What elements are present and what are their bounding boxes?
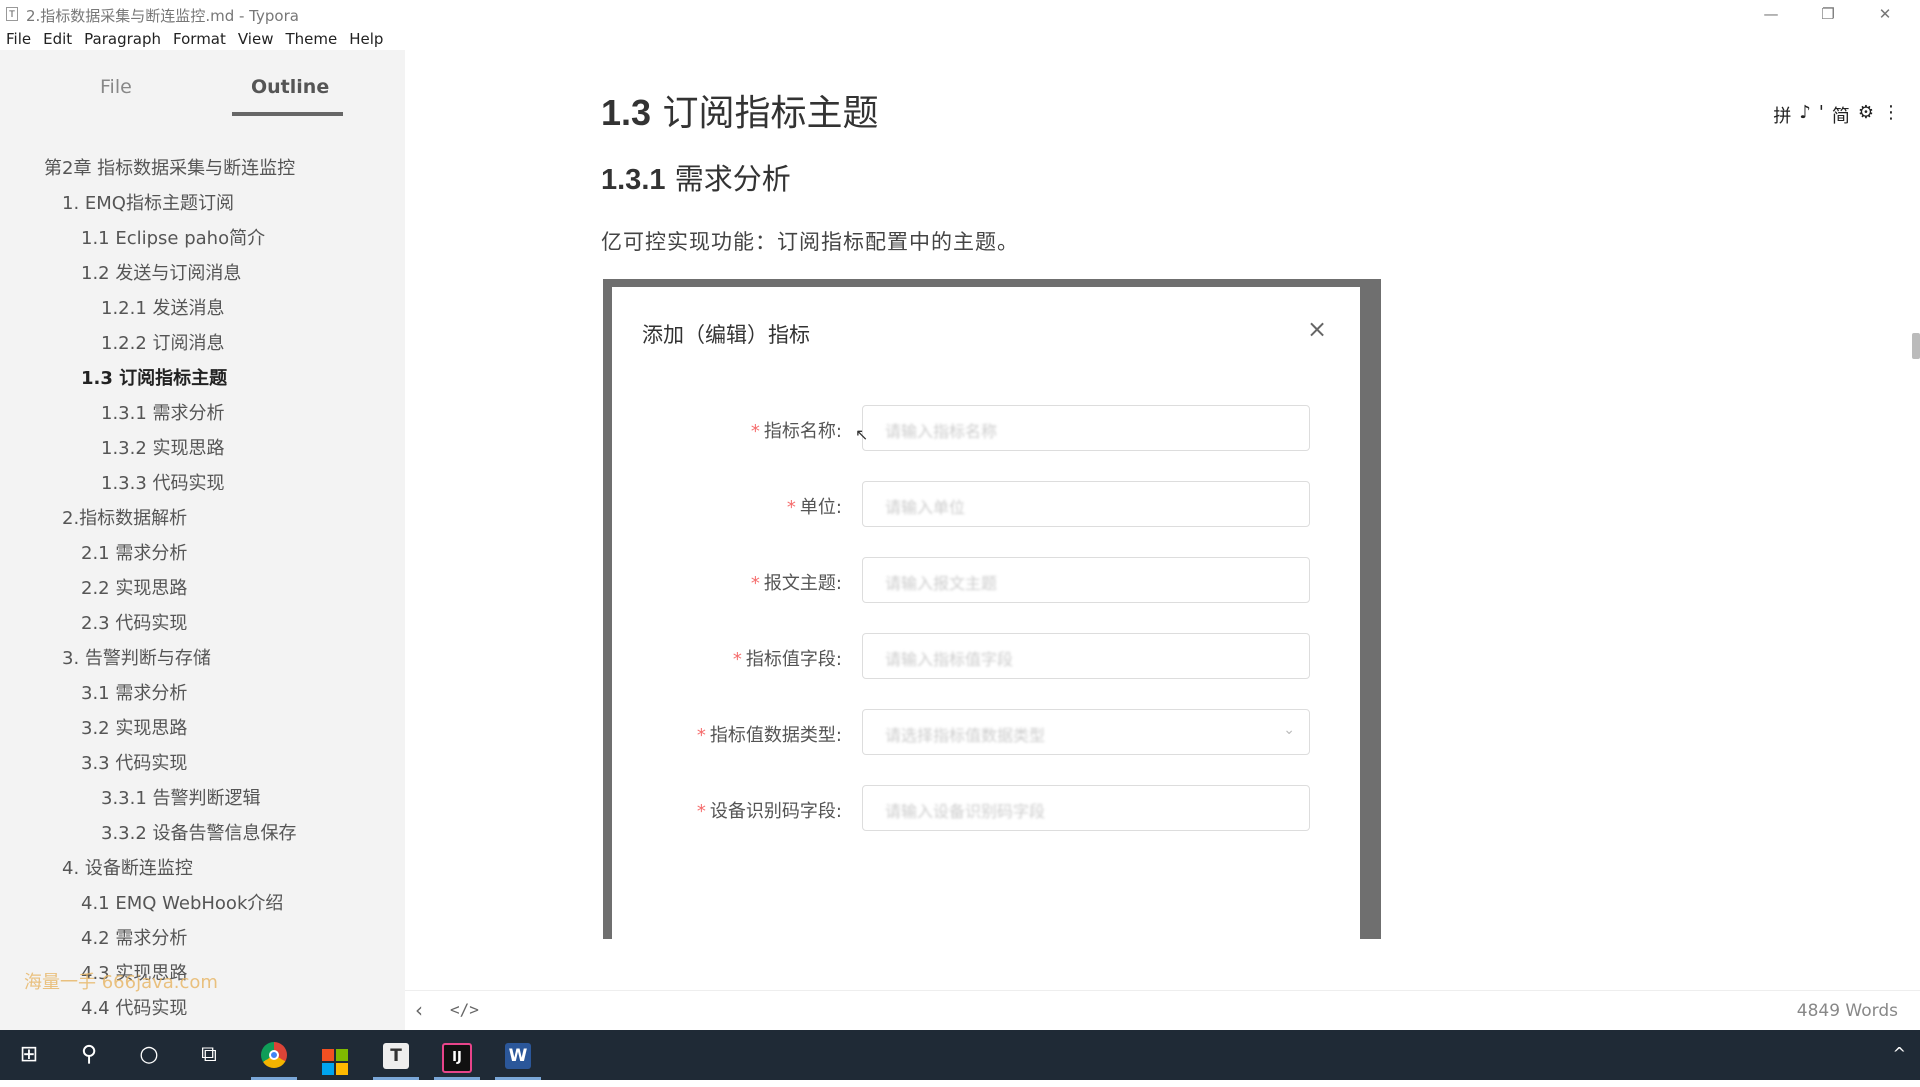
outline-item[interactable]: 4. 设备断连监控: [62, 854, 193, 880]
punctuation-icon[interactable]: ': [1819, 102, 1824, 128]
heading-1: 1.3 订阅指标主题: [601, 84, 879, 136]
source-mode-icon[interactable]: </>: [450, 1000, 479, 1019]
field-label-device-id: * 设备识别码字段:: [696, 801, 842, 822]
menu-view[interactable]: View: [232, 28, 280, 50]
minimize-button[interactable]: —: [1748, 2, 1794, 26]
heading-1-number: 1.3: [601, 92, 652, 133]
field-label-value-type: * 指标值数据类型:: [696, 725, 842, 746]
outline-item[interactable]: 2.3 代码实现: [81, 609, 187, 635]
settings-icon[interactable]: ⚙: [1858, 102, 1874, 128]
moon-icon[interactable]: ♪: [1799, 102, 1811, 128]
toggle-sidebar-icon[interactable]: ‹: [415, 998, 423, 1022]
heading-2: 1.3.1 需求分析: [601, 156, 791, 198]
editor-scrollbar[interactable]: [1912, 333, 1920, 359]
typora-app-icon: T: [6, 7, 18, 21]
window-title: 2.指标数据采集与断连监控.md - Typora: [26, 7, 299, 25]
outline-item[interactable]: 4.1 EMQ WebHook介绍: [81, 889, 283, 915]
outline-item[interactable]: 2.2 实现思路: [81, 574, 187, 600]
close-window-button[interactable]: ✕: [1862, 2, 1908, 26]
outline-item[interactable]: 3.3.2 设备告警信息保存: [101, 819, 297, 845]
cortana-icon[interactable]: ○: [120, 1030, 178, 1080]
field-select-value-type: 请选择指标值数据类型 ⌄: [862, 709, 1310, 755]
field-input-value-field: 请输入指标值字段: [862, 633, 1310, 679]
field-input-unit: 请输入单位: [862, 481, 1310, 527]
word-count[interactable]: 4849 Words: [1797, 1001, 1898, 1021]
outline-item[interactable]: 2.1 需求分析: [81, 539, 187, 565]
field-label-unit: * 单位:: [786, 497, 842, 518]
heading-2-number: 1.3.1: [601, 164, 666, 196]
menu-bar: File Edit Paragraph Format View Theme He…: [0, 28, 389, 50]
outline-item[interactable]: 3.3 代码实现: [81, 749, 187, 775]
taskbar: ⊞ ⚲ ○ ⧉ T IJ W ^: [0, 1030, 1920, 1080]
outline-item[interactable]: 3.2 实现思路: [81, 714, 187, 740]
sidebar: File Outline 第2章 指标数据采集与断连监控 1. EMQ指标主题订阅…: [0, 50, 405, 1030]
menu-paragraph[interactable]: Paragraph: [78, 28, 167, 50]
tab-outline[interactable]: Outline: [251, 76, 329, 98]
status-bar: ‹ </> 4849 Words: [405, 990, 1920, 1031]
field-label-value-field: * 指标值字段:: [732, 649, 842, 670]
chevron-down-icon: ⌄: [1283, 722, 1295, 738]
outline-item[interactable]: 1. EMQ指标主题订阅: [62, 189, 234, 215]
watermark: 海量一手 666java.com: [24, 972, 218, 993]
intellij-icon[interactable]: IJ: [428, 1030, 486, 1080]
field-input-device-id: 请输入设备识别码字段: [862, 785, 1310, 831]
outline-item[interactable]: 2.指标数据解析: [62, 504, 187, 530]
dialog-close-icon: ×: [1307, 315, 1328, 343]
outline-item[interactable]: 1.2 发送与订阅消息: [81, 259, 241, 285]
outline-item[interactable]: 1.3 订阅指标主题: [81, 364, 227, 390]
task-view-icon[interactable]: ⧉: [180, 1030, 238, 1080]
field-label-name: * 指标名称:: [750, 421, 842, 442]
menu-file[interactable]: File: [0, 28, 37, 50]
maximize-button[interactable]: ❐: [1805, 2, 1851, 26]
menu-help[interactable]: Help: [343, 28, 389, 50]
outline-item[interactable]: 3.1 需求分析: [81, 679, 187, 705]
word-icon[interactable]: W: [489, 1030, 547, 1080]
store-icon[interactable]: [306, 1030, 364, 1080]
menu-format[interactable]: Format: [167, 28, 232, 50]
active-tab-indicator: [232, 112, 343, 116]
outline-item[interactable]: 4.4 代码实现: [81, 994, 187, 1020]
dialog-title: 添加（编辑）指标: [642, 323, 810, 347]
start-icon[interactable]: ⊞: [0, 1030, 58, 1080]
outline-item[interactable]: 3. 告警判断与存储: [62, 644, 211, 670]
heading-1-text: 订阅指标主题: [662, 93, 879, 134]
outline-item[interactable]: 3.3.1 告警判断逻辑: [101, 784, 261, 810]
menu-theme[interactable]: Theme: [279, 28, 343, 50]
ime-toolbar: 拼 ♪ ' 简 ⚙ ⋮: [1773, 102, 1900, 128]
outline-item[interactable]: 1.2.1 发送消息: [101, 294, 225, 320]
simplified-icon[interactable]: 简: [1832, 102, 1850, 128]
typora-taskbar-icon[interactable]: T: [367, 1030, 425, 1080]
search-icon[interactable]: ⚲: [60, 1030, 118, 1080]
sidebar-tabs: File Outline: [0, 50, 405, 120]
embedded-screenshot: 添加（编辑）指标 × * 指标名称: 请输入指标名称 * 单位: 请输入单位 * 报文…: [603, 279, 1381, 947]
paragraph: 亿可控实现功能：订阅指标配置中的主题。: [601, 230, 1019, 254]
outline-item[interactable]: 4.2 需求分析: [81, 924, 187, 950]
outline-item[interactable]: 1.3.3 代码实现: [101, 469, 225, 495]
outline-item[interactable]: 1.3.2 实现思路: [101, 434, 225, 460]
field-input-name: 请输入指标名称: [862, 405, 1310, 451]
outline-item[interactable]: 第2章 指标数据采集与断连监控: [44, 154, 295, 180]
outline-item[interactable]: 1.1 Eclipse paho简介: [81, 224, 265, 250]
more-icon[interactable]: ⋮: [1882, 102, 1900, 128]
tray-chevron-icon[interactable]: ^: [1893, 1044, 1906, 1063]
menu-edit[interactable]: Edit: [37, 28, 78, 50]
outline-item[interactable]: 1.2.2 订阅消息: [101, 329, 225, 355]
chrome-icon[interactable]: [245, 1030, 303, 1080]
field-input-topic: 请输入报文主题: [862, 557, 1310, 603]
field-label-topic: * 报文主题:: [750, 573, 842, 594]
dialog: 添加（编辑）指标 × * 指标名称: 请输入指标名称 * 单位: 请输入单位 * 报文…: [612, 287, 1360, 947]
heading-2-text: 需求分析: [674, 162, 791, 196]
pinyin-icon[interactable]: 拼: [1773, 102, 1791, 128]
outline-item[interactable]: 1.3.1 需求分析: [101, 399, 225, 425]
editor-pane[interactable]: 1.3 订阅指标主题 1.3.1 需求分析 亿可控实现功能：订阅指标配置中的主题…: [405, 50, 1920, 990]
mouse-cursor-icon: ↖: [855, 425, 869, 444]
title-bar: T 2.指标数据采集与断连监控.md - Typora — ❐ ✕: [0, 0, 1920, 28]
tab-file[interactable]: File: [100, 76, 132, 98]
